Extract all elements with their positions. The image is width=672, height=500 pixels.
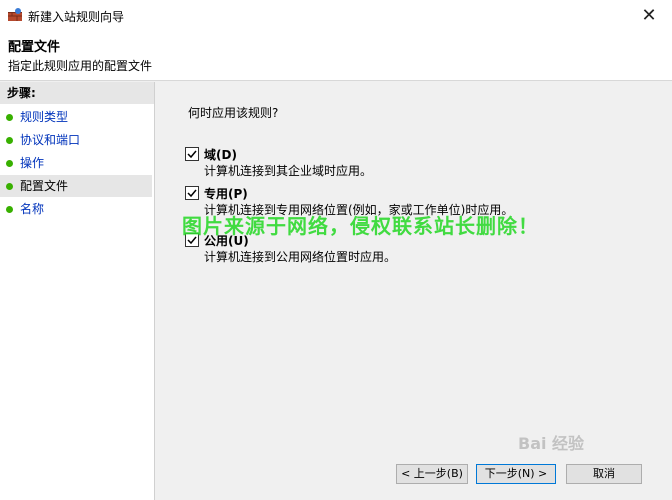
- bullet-icon: [6, 206, 13, 213]
- sidebar-item-label: 操作: [20, 156, 45, 170]
- window-title: 新建入站规则向导: [28, 10, 125, 24]
- bullet-icon: [6, 114, 13, 121]
- domain-label[interactable]: 域(D): [204, 146, 237, 163]
- bullet-icon: [6, 183, 13, 190]
- next-button[interactable]: 下一步(N) >: [476, 464, 556, 484]
- checkmark-icon: [187, 189, 197, 198]
- bullet-icon: [6, 137, 13, 144]
- private-checkbox[interactable]: [185, 186, 199, 200]
- question-text: 何时应用该规则?: [188, 106, 279, 120]
- bullet-icon: [6, 160, 13, 167]
- sidebar-item-action[interactable]: 操作: [0, 152, 152, 174]
- close-button[interactable]: ✕: [626, 0, 672, 30]
- private-label[interactable]: 专用(P): [204, 185, 248, 202]
- title-bar: 新建入站规则向导 ✕: [0, 0, 672, 31]
- sidebar-item-rule-type[interactable]: 规则类型: [0, 106, 152, 128]
- page-subtitle: 指定此规则应用的配置文件: [8, 59, 153, 73]
- checkmark-icon: [187, 150, 197, 159]
- sidebar-item-protocol-ports[interactable]: 协议和端口: [0, 129, 152, 151]
- sidebar-item-label: 名称: [20, 202, 45, 216]
- sidebar-item-label: 协议和端口: [20, 133, 81, 147]
- back-button[interactable]: < 上一步(B): [396, 464, 468, 484]
- close-icon: ✕: [641, 4, 657, 26]
- domain-checkbox[interactable]: [185, 147, 199, 161]
- sidebar-item-name[interactable]: 名称: [0, 198, 152, 220]
- baidu-logo: Bai 经验: [518, 434, 585, 453]
- sidebar-item-label: 配置文件: [20, 179, 69, 193]
- page-title: 配置文件: [8, 40, 61, 55]
- steps-heading: 步骤:: [0, 82, 154, 104]
- page-header: 配置文件 指定此规则应用的配置文件: [0, 30, 672, 81]
- public-description: 计算机连接到公用网络位置时应用。: [204, 250, 397, 264]
- main-content: 何时应用该规则? 域(D) 计算机连接到其企业域时应用。 专用(P) 计算机连接…: [155, 82, 672, 500]
- sidebar-item-profile[interactable]: 配置文件: [0, 175, 152, 197]
- watermark-text: 图片来源于网络，侵权联系站长删除！: [182, 214, 539, 238]
- firewall-app-icon: [8, 8, 22, 21]
- domain-description: 计算机连接到其企业域时应用。: [204, 164, 373, 178]
- cancel-button[interactable]: 取消: [566, 464, 642, 484]
- steps-sidebar: 步骤: 规则类型 协议和端口 操作 配置文件 名称: [0, 82, 155, 500]
- sidebar-item-label: 规则类型: [20, 110, 69, 124]
